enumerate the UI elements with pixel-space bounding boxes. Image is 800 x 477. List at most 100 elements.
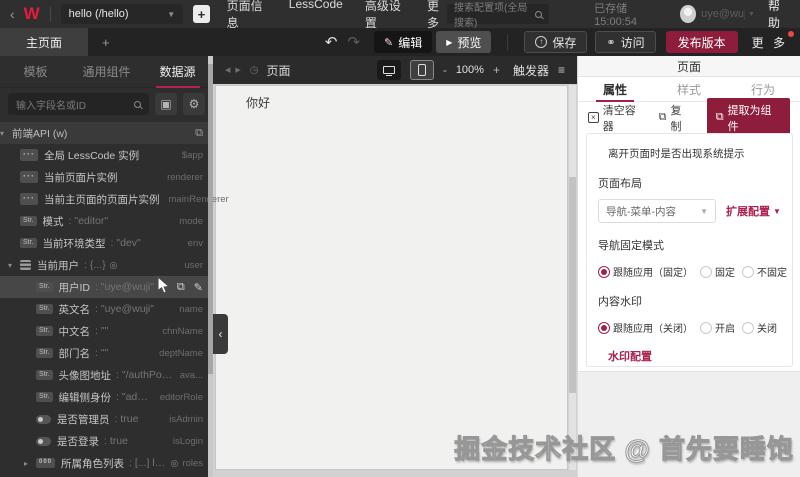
global-search-input[interactable]: 搜索配置项(全局搜索) <box>447 3 550 29</box>
tab-style[interactable]: 样式 <box>652 77 726 101</box>
tab-behavior[interactable]: 行为 <box>726 77 800 101</box>
hamburger-menu-icon[interactable]: ≡ <box>558 63 565 77</box>
canvas-scrollbar-thumb[interactable] <box>569 177 576 393</box>
tree-row[interactable]: Str. 部门名: "" deptName <box>0 342 213 364</box>
eye-icon[interactable]: ◎ <box>110 260 118 271</box>
tree-row-label: 中文名 <box>58 325 91 338</box>
field-search-input[interactable]: 输入字段名或ID <box>8 93 149 115</box>
page-canvas[interactable]: 你好 <box>215 85 568 470</box>
help-link[interactable]: 帮助 <box>768 0 790 31</box>
tab-properties[interactable]: 属性 <box>578 77 652 101</box>
clear-container-button[interactable]: × 清空容器 <box>588 102 646 134</box>
inspector-actions: × 清空容器 ⧉ 复制 ⧉ 提取为组件 <box>578 97 800 138</box>
radio-icon[interactable] <box>742 265 754 278</box>
radio-option[interactable]: 开启 <box>700 320 735 335</box>
menu-item-more[interactable]: 更多 <box>427 0 447 31</box>
tab-templates[interactable]: 模板 <box>0 56 71 88</box>
nav-back-icon[interactable]: ◀ <box>225 66 230 74</box>
tab-main-page[interactable]: 主页面 <box>0 28 88 56</box>
expand-config-link[interactable]: 扩展配置 ▼ <box>726 203 781 219</box>
expand-open-icon[interactable]: ▾ <box>8 261 20 270</box>
trigger-button[interactable]: 触发器 <box>513 62 549 79</box>
tree-row-value: : "" <box>95 325 109 337</box>
tab-common-components[interactable]: 通用组件 <box>71 56 142 88</box>
radio-icon[interactable] <box>700 265 712 278</box>
settings-gear-button[interactable]: ⚙ <box>183 93 205 115</box>
tree-row[interactable]: ··· 当前页面片实例 renderer <box>0 166 213 188</box>
tree-row[interactable]: ▾ 当前用户: {...} ◎ user <box>0 254 213 276</box>
copy-icon[interactable]: ⧉ <box>195 127 203 140</box>
copy-button[interactable]: ⧉ 复制 <box>659 102 692 134</box>
tree-row[interactable]: ▸000 所属角色列表: [...] length:1 ◎roles <box>0 452 213 474</box>
username[interactable]: uye@wuji <box>701 8 745 20</box>
extract-component-button[interactable]: ⧉ 提取为组件 <box>706 97 790 138</box>
expand-open-icon[interactable]: ▾ <box>0 129 12 138</box>
edit-mode-button[interactable]: ✎ 编辑 <box>373 31 433 53</box>
canvas-scrollbar[interactable] <box>569 85 576 470</box>
tree-row[interactable]: ··· 全局 LessCode 实例 $app <box>0 144 213 166</box>
menu-item-page-info[interactable]: 页面信息 <box>227 0 267 31</box>
leave-prompt-label[interactable]: 离开页面时是否出现系统提示 <box>608 146 781 161</box>
radio-option[interactable]: 跟随应用（关闭） <box>598 320 693 335</box>
tree-row[interactable]: 是否管理员: true isAdmin <box>0 408 213 430</box>
menu-item-advanced-settings[interactable]: 高级设置 <box>365 0 405 31</box>
mobile-view-button[interactable] <box>409 60 434 80</box>
tree-row-label: 用户ID <box>58 281 91 294</box>
boolean-type-icon <box>36 414 51 424</box>
edit-icon[interactable]: ✎ <box>194 281 203 294</box>
expand-closed-icon[interactable]: ▸ <box>24 459 36 468</box>
tree-row[interactable]: Str. 中文名: "" chnName <box>0 320 213 342</box>
tree-row[interactable]: Str. 模式: "editor" mode <box>0 210 213 232</box>
preview-button[interactable]: ▶ 预览 <box>436 31 492 53</box>
zoom-out-button[interactable]: - <box>443 63 447 77</box>
copy-icon[interactable]: ⧉ <box>177 281 185 294</box>
save-button[interactable]: ↑ 保存 <box>524 31 588 53</box>
tree-row-key: chnName <box>162 325 203 337</box>
more-actions-button[interactable]: 更 多 <box>748 30 794 51</box>
search-icon <box>535 10 543 18</box>
radio-selected-icon[interactable] <box>598 321 610 334</box>
publish-button[interactable]: 发布版本 <box>665 31 738 53</box>
page-selector-dropdown[interactable]: hello (/hello) ▼ <box>60 4 184 24</box>
radio-option[interactable]: 固定 <box>700 264 735 279</box>
undo-icon[interactable]: ↶ <box>325 33 338 51</box>
tree-section-row[interactable]: ▾ 前端API (w) ⧉ <box>0 122 213 144</box>
add-page-button[interactable]: + <box>193 5 210 23</box>
tree-row[interactable]: Str. 头像图地址: "/authPort/avatar/uy...ava... <box>0 364 213 386</box>
radio-option[interactable]: 不固定 <box>742 264 787 279</box>
tree-row[interactable]: Str. 编辑侧身份: "admin" editorRole <box>0 386 213 408</box>
radio-option[interactable]: 关闭 <box>742 320 777 335</box>
watermark-config-link[interactable]: 水印配置 <box>608 348 781 364</box>
zoom-in-button[interactable]: + <box>493 63 500 77</box>
sidebar-scrollbar[interactable] <box>208 56 213 477</box>
tree-row[interactable]: 是否登录: true isLogin <box>0 430 213 452</box>
string-type-icon: Str. <box>36 347 53 359</box>
redo-icon[interactable]: ↷ <box>347 33 360 51</box>
visit-button[interactable]: ⚭ 访问 <box>595 31 656 53</box>
nav-forward-icon[interactable]: ▶ <box>235 66 240 74</box>
history-icon[interactable]: ◷ <box>250 65 259 76</box>
watermark-radio-group: 跟随应用（关闭） 开启 关闭 <box>598 320 781 335</box>
tree-row[interactable]: Str. 当前环境类型: "dev" env <box>0 232 213 254</box>
page-text-component[interactable]: 你好 <box>246 94 270 111</box>
tree-row-label: 当前环境类型 <box>42 237 106 250</box>
radio-option[interactable]: 跟随应用（固定） <box>598 264 693 279</box>
radio-selected-icon[interactable] <box>598 265 610 278</box>
back-icon[interactable]: ‹ <box>10 6 15 22</box>
tree-row[interactable]: Str. 英文名: "uye@wuji" name <box>0 298 213 320</box>
tab-datasource[interactable]: 数据源 <box>142 56 213 88</box>
eye-icon[interactable]: ◎ <box>171 458 179 469</box>
tree-row-label: 编辑侧身份 <box>58 391 112 404</box>
panel-view-button[interactable]: ▣ <box>155 93 177 115</box>
desktop-view-button[interactable] <box>376 60 401 80</box>
sidebar-collapse-handle[interactable]: ‹ <box>213 314 228 354</box>
add-tab-button[interactable]: + <box>102 35 110 50</box>
radio-icon[interactable] <box>742 321 754 334</box>
menu-item-lesscode[interactable]: LessCode <box>289 0 343 31</box>
tree-row[interactable]: Str. 用户ID: "uye@wuji" ⧉ ✎ <box>0 276 213 298</box>
tree-row[interactable]: ···当前主页面的页面片实例: nullmainRenderer <box>0 188 229 210</box>
more-actions-label: 更 多 <box>751 35 788 50</box>
avatar[interactable] <box>679 5 697 23</box>
layout-select[interactable]: 导航-菜单-内容 ▼ <box>598 199 716 223</box>
radio-icon[interactable] <box>700 321 712 334</box>
